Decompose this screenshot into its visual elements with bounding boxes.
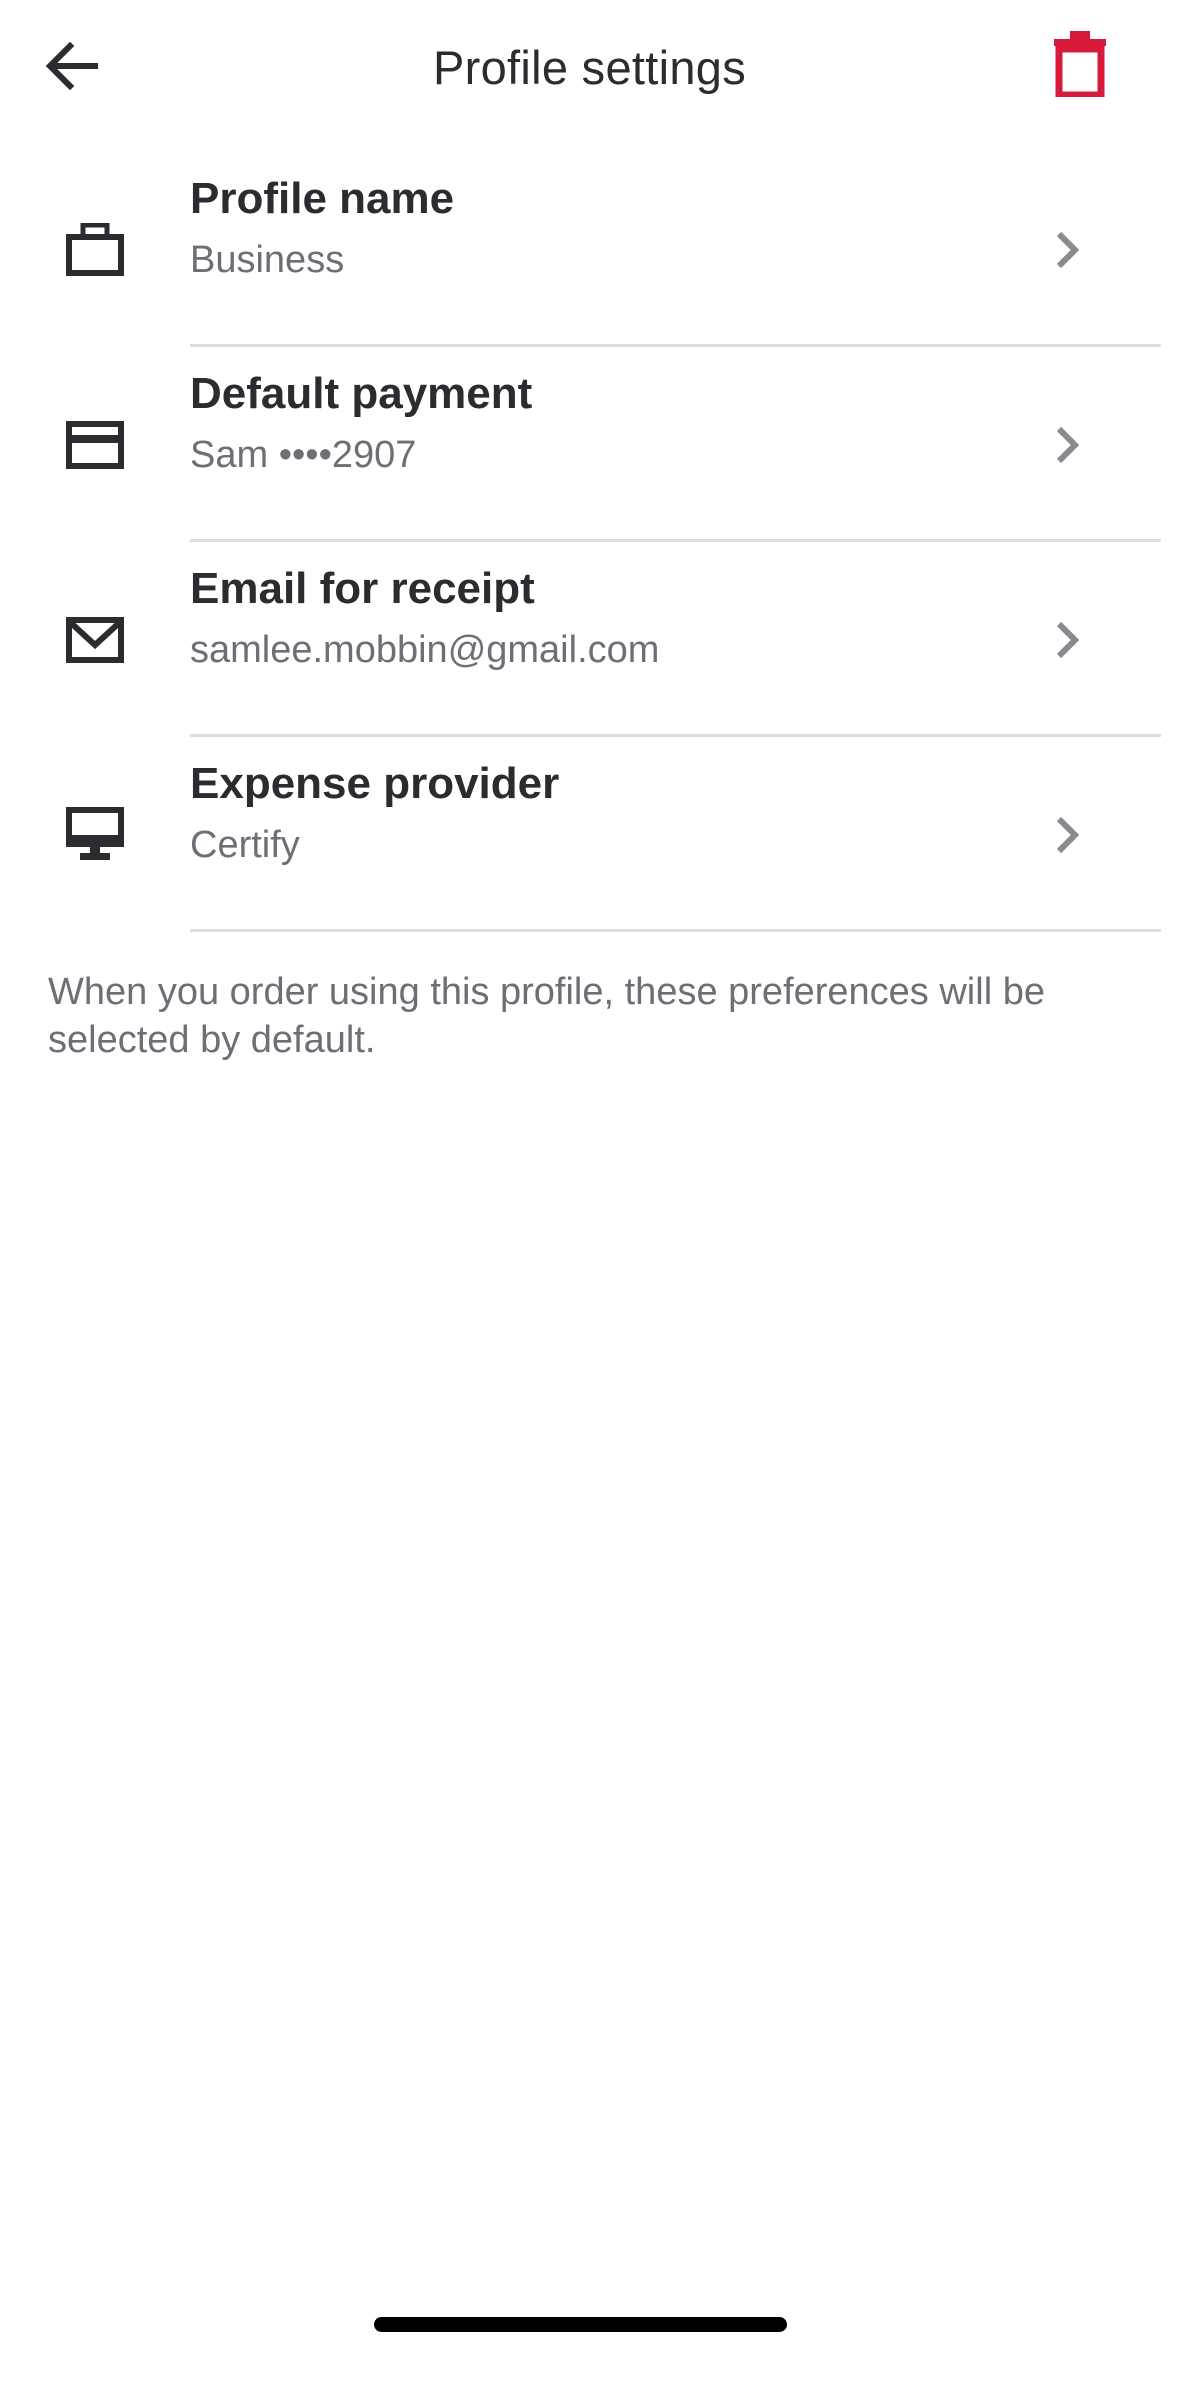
setting-row-email-receipt[interactable]: Email for receipt samlee.mobbin@gmail.co… bbox=[0, 542, 1179, 737]
setting-value: Certify bbox=[190, 824, 300, 866]
setting-title: Expense provider bbox=[190, 759, 560, 808]
setting-value: samlee.mobbin@gmail.com bbox=[190, 629, 660, 671]
divider bbox=[190, 929, 1161, 932]
top-bar: Profile settings bbox=[0, 0, 1179, 135]
delete-profile-button[interactable] bbox=[1040, 26, 1120, 106]
envelope-icon bbox=[62, 607, 128, 673]
page-title: Profile settings bbox=[432, 41, 747, 94]
setting-value: Business bbox=[190, 239, 345, 281]
setting-title: Profile name bbox=[190, 174, 455, 223]
credit-card-icon bbox=[62, 412, 128, 478]
setting-title: Email for receipt bbox=[190, 564, 535, 613]
chevron-right-icon bbox=[1050, 226, 1086, 274]
footer-note: When you order using this profile, these… bbox=[48, 971, 1045, 1061]
setting-row-default-payment[interactable]: Default payment Sam ••••2907 bbox=[0, 347, 1179, 542]
setting-title: Default payment bbox=[190, 369, 533, 418]
profile-settings-list: Profile name Business Default payment Sa… bbox=[0, 152, 1179, 932]
chevron-right-icon bbox=[1050, 811, 1086, 859]
chevron-right-icon bbox=[1050, 421, 1086, 469]
monitor-icon bbox=[62, 802, 128, 868]
setting-row-profile-name[interactable]: Profile name Business bbox=[0, 152, 1179, 347]
briefcase-icon bbox=[62, 217, 128, 283]
setting-value: Sam ••••2907 bbox=[190, 434, 417, 476]
chevron-right-icon bbox=[1050, 616, 1086, 664]
home-indicator bbox=[374, 2317, 787, 2332]
trash-icon bbox=[1052, 30, 1108, 102]
setting-row-expense-provider[interactable]: Expense provider Certify bbox=[0, 737, 1179, 932]
